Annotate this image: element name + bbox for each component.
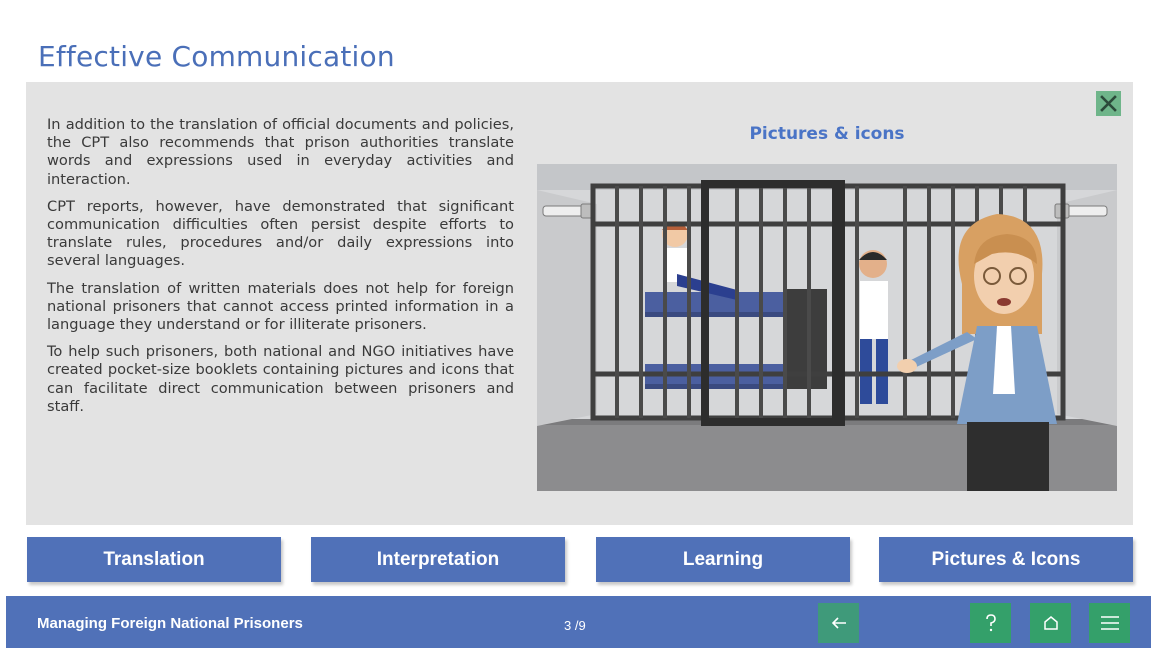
close-icon [1100,95,1117,112]
menu-button[interactable] [1089,603,1130,643]
camera-left [542,203,596,219]
menu-icon [1100,616,1119,630]
page-counter: 3 /9 [564,618,586,633]
close-button[interactable] [1096,91,1121,116]
course-title: Managing Foreign National Prisoners [37,615,303,632]
paragraph: To help such prisoners, both national an… [47,343,514,415]
home-icon [1043,616,1058,630]
paragraph: The translation of written materials doe… [47,279,514,334]
question-icon [985,614,996,632]
arrow-left-icon [831,617,846,629]
help-button[interactable] [970,603,1011,643]
tab-translation[interactable]: Translation [27,537,281,582]
paragraph: CPT reports, however, have demonstrated … [47,197,514,270]
tab-learning[interactable]: Learning [596,537,850,582]
back-button[interactable] [818,603,859,643]
home-button[interactable] [1030,603,1071,643]
body-text: In addition to the translation of offici… [47,116,514,425]
tab-pictures-icons[interactable]: Pictures & Icons [879,537,1133,582]
prison-cell-illustration [537,164,1117,491]
image-title: Pictures & icons [749,124,905,144]
tab-interpretation[interactable]: Interpretation [311,537,565,582]
paragraph: In addition to the translation of offici… [47,116,514,188]
page-title: Effective Communication [38,40,395,73]
